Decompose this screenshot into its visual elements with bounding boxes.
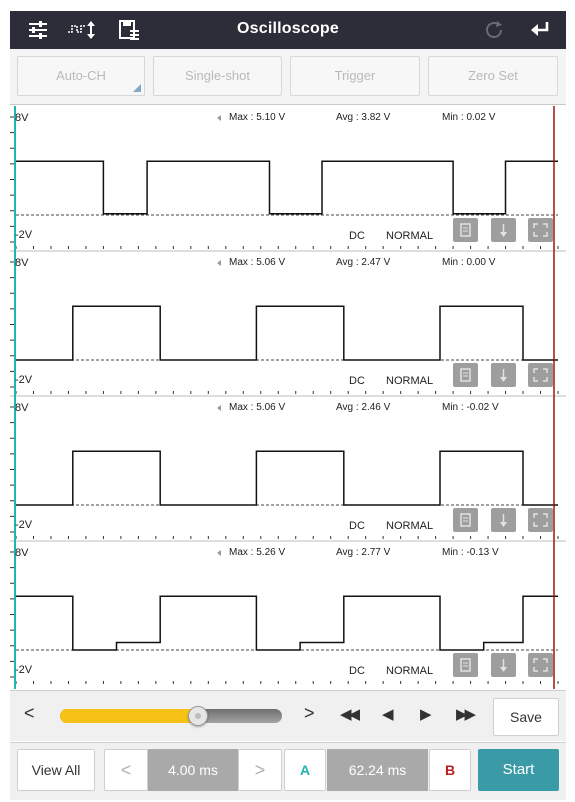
expand-icon[interactable] [528, 653, 553, 677]
scroll-next-button[interactable]: > [304, 703, 315, 724]
avg-readout: Avg : 2.46 V [336, 402, 391, 413]
expand-icon[interactable] [528, 218, 553, 242]
trigger-mode-label: NORMAL [386, 520, 434, 532]
coupling-label: DC [349, 665, 365, 677]
avg-readout: Avg : 2.47 V [336, 257, 391, 268]
expand-icon[interactable] [528, 363, 553, 387]
trigger-mode-label: NORMAL [386, 665, 434, 677]
start-button[interactable]: Start [478, 749, 559, 791]
slider-fill [60, 709, 198, 723]
min-readout: Min : -0.02 V [442, 402, 499, 413]
min-readout: Min : -0.13 V [442, 547, 499, 558]
coupling-label: DC [349, 520, 365, 532]
oscilloscope-display[interactable]: 8V -2V Max : 5.10 V Avg : 3.82 V Min : 0.02 … [10, 106, 566, 689]
timebase-next-button[interactable]: > [238, 749, 282, 791]
range-bottom-label: -2V [15, 374, 33, 386]
range-bottom-label: -2V [15, 664, 33, 676]
prev-measure-arrow-icon [217, 405, 221, 411]
slider-thumb[interactable] [187, 706, 208, 726]
zero-set-button[interactable]: Zero Set [428, 56, 558, 96]
prev-measure-arrow-icon [217, 550, 221, 556]
bottom-bar: View All < 4.00 ms > A 62.24 ms B Start [10, 742, 566, 800]
range-top-label: 8V [15, 112, 29, 124]
auto-ch-button[interactable]: Auto-CH [17, 56, 145, 96]
scroll-prev-button[interactable]: < [24, 703, 35, 724]
trigger-mode-label: NORMAL [386, 375, 434, 387]
position-slider[interactable] [60, 709, 282, 723]
view-all-button[interactable]: View All [17, 749, 95, 791]
single-shot-button[interactable]: Single-shot [153, 56, 282, 96]
avg-readout: Avg : 2.77 V [336, 547, 391, 558]
refresh-icon[interactable] [482, 18, 506, 42]
cursor-a-button[interactable]: A [284, 749, 326, 791]
channel-offset-icon[interactable] [491, 653, 516, 677]
time-per-div-field[interactable]: 4.00 ms [148, 749, 238, 791]
min-readout: Min : 0.00 V [442, 257, 496, 268]
step-back-icon[interactable]: ◀ [382, 705, 394, 723]
channel-offset-icon[interactable] [491, 508, 516, 532]
back-icon[interactable] [528, 18, 552, 42]
coupling-label: DC [349, 230, 365, 242]
trigger-mode-label: NORMAL [386, 230, 434, 242]
max-readout: Max : 5.26 V [229, 547, 286, 558]
channel-3-waveform [16, 450, 558, 506]
dropdown-corner-icon [133, 84, 141, 92]
timebase-prev-button[interactable]: < [104, 749, 148, 791]
channel-2-waveform [16, 305, 558, 361]
scope-toolbar: Auto-CH Single-shot Trigger Zero Set [10, 49, 566, 105]
prev-measure-arrow-icon [217, 115, 221, 121]
max-readout: Max : 5.06 V [229, 257, 286, 268]
step-forward-icon[interactable]: ▶ [420, 705, 432, 723]
waveform-canvas [10, 106, 566, 689]
range-top-label: 8V [15, 402, 29, 414]
save-button[interactable]: Save [493, 698, 559, 736]
fast-forward-icon[interactable]: ▶▶ [456, 705, 476, 723]
avg-readout: Avg : 3.82 V [336, 112, 391, 123]
range-top-label: 8V [15, 547, 29, 559]
min-readout: Min : 0.02 V [442, 112, 496, 123]
max-readout: Max : 5.10 V [229, 112, 286, 123]
channel-settings-icon[interactable] [453, 508, 478, 532]
range-bottom-label: -2V [15, 229, 33, 241]
auto-ch-label: Auto-CH [56, 68, 106, 83]
range-top-label: 8V [15, 257, 29, 269]
cursor-b-button[interactable]: B [429, 749, 471, 791]
max-readout: Max : 5.06 V [229, 402, 286, 413]
channel-1-waveform [16, 160, 558, 215]
channel-settings-icon[interactable] [453, 218, 478, 242]
range-bottom-label: -2V [15, 519, 33, 531]
channel-settings-icon[interactable] [453, 363, 478, 387]
app-header: Oscilloscope [10, 11, 566, 49]
trigger-button[interactable]: Trigger [290, 56, 420, 96]
coupling-label: DC [349, 375, 365, 387]
playback-bar: < > ◀◀ ◀ ▶ ▶▶ Save [10, 690, 566, 741]
channel-offset-icon[interactable] [491, 363, 516, 387]
cursor-delta-field: 62.24 ms [327, 749, 428, 791]
channel-4-waveform [16, 595, 558, 651]
channel-offset-icon[interactable] [491, 218, 516, 242]
prev-measure-arrow-icon [217, 260, 221, 266]
fast-back-icon[interactable]: ◀◀ [340, 705, 360, 723]
expand-icon[interactable] [528, 508, 553, 532]
channel-settings-icon[interactable] [453, 653, 478, 677]
